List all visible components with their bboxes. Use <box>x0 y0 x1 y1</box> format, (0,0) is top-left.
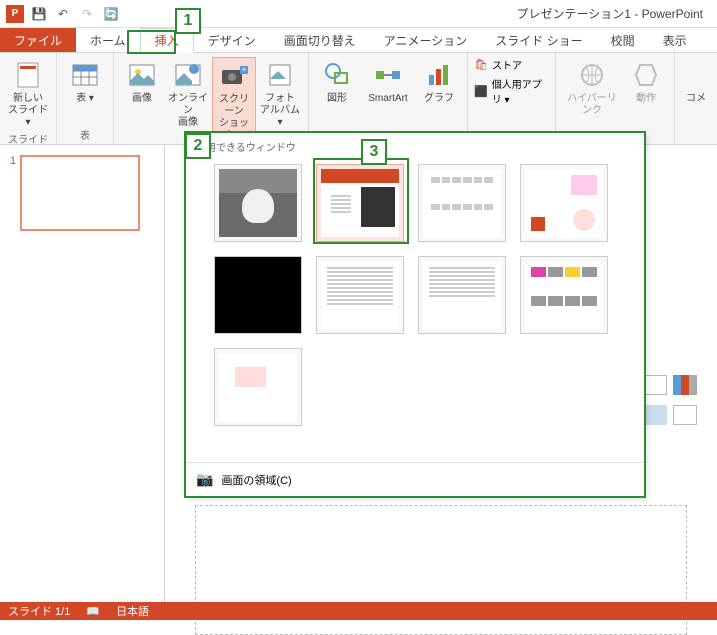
group-comment: コメ <box>675 53 717 144</box>
dropdown-footer[interactable]: 📷 画面の領域(C) <box>186 462 644 496</box>
new-slide-icon <box>12 59 44 91</box>
table-icon <box>69 59 101 91</box>
chart-icon <box>423 59 455 91</box>
addins-icon: ⬛ <box>474 85 488 98</box>
window-thumb[interactable] <box>520 164 608 242</box>
window-thumb[interactable] <box>214 256 302 334</box>
callout-3: 3 <box>361 139 387 165</box>
album-icon <box>264 59 296 91</box>
smartart-icon <box>372 59 404 91</box>
slide-thumbnails-pane: 1 <box>0 145 165 602</box>
undo-icon[interactable]: ↶ <box>52 3 74 25</box>
tab-transitions[interactable]: 画面切り替え <box>270 28 370 52</box>
new-slide-button[interactable]: 新しい スライド ▾ <box>6 57 50 131</box>
tab-animations[interactable]: アニメーション <box>370 28 482 52</box>
image-icon <box>126 59 158 91</box>
online-image-icon <box>172 59 204 91</box>
comment-button[interactable]: コメ <box>681 57 711 107</box>
window-thumb[interactable] <box>520 256 608 334</box>
window-thumb[interactable] <box>418 256 506 334</box>
tab-slideshow[interactable]: スライド ショー <box>481 28 596 52</box>
group-addins: 🛍 ストア ⬛ 個人用アプリ ▾ <box>468 53 556 144</box>
layout-icons <box>643 375 697 395</box>
tab-home[interactable]: ホーム <box>76 28 140 52</box>
window-title: プレゼンテーション1 - PowerPoint <box>122 5 713 22</box>
shapes-button[interactable]: 図形 <box>315 57 359 107</box>
slide-preview <box>20 155 140 231</box>
window-thumb[interactable] <box>418 164 506 242</box>
quick-access-toolbar: P 💾 ↶ ↷ 🔄 <box>4 3 122 25</box>
svg-text:+: + <box>242 65 247 74</box>
status-bar: スライド 1/1 📖 日本語 <box>0 602 717 620</box>
redo-icon[interactable]: ↷ <box>76 3 98 25</box>
online-image-button[interactable]: オンライン 画像 <box>166 57 210 131</box>
addins-button[interactable]: ⬛ 個人用アプリ ▾ <box>474 76 549 106</box>
store-icon: 🛍 <box>474 58 488 71</box>
screen-clipping-label: 画面の領域(C) <box>221 472 291 488</box>
language-indicator[interactable]: 日本語 <box>116 603 149 619</box>
layout-icons-2 <box>643 405 697 425</box>
title-bar: P 💾 ↶ ↷ 🔄 プレゼンテーション1 - PowerPoint <box>0 0 717 28</box>
comment-icon <box>680 59 712 91</box>
slide-thumbnail[interactable]: 1 <box>10 155 154 231</box>
screenshot-dropdown: 使用できるウィンドウ 📷 画面の領域(C) <box>185 132 645 497</box>
tab-design[interactable]: デザイン <box>194 28 270 52</box>
store-button[interactable]: 🛍 ストア <box>474 57 522 72</box>
repeat-icon[interactable]: 🔄 <box>100 3 122 25</box>
hyperlink-button[interactable]: ハイパーリンク <box>562 57 622 119</box>
chart-button[interactable]: グラフ <box>417 57 461 107</box>
camera-icon: + <box>218 60 250 92</box>
tab-view[interactable]: 表示 <box>649 28 701 52</box>
camera-plus-icon: 📷 <box>196 471 213 488</box>
group-links: ハイパーリンク 動作 <box>556 53 675 144</box>
action-button[interactable]: 動作 <box>624 57 668 107</box>
smartart-button[interactable]: SmartArt <box>361 57 415 107</box>
callout-2: 2 <box>185 133 211 159</box>
spellcheck-icon[interactable]: 📖 <box>86 605 100 618</box>
save-icon[interactable]: 💾 <box>28 3 50 25</box>
group-images: 画像 オンライン 画像 + スクリーン ショット ▾ フォト アルバム ▾ 画像 <box>114 53 309 144</box>
table-button[interactable]: 表 ▾ <box>63 57 107 107</box>
hyperlink-icon <box>576 59 608 91</box>
tab-file[interactable]: ファイル <box>0 28 76 52</box>
group-tables: 表 ▾ 表 <box>57 53 114 144</box>
action-icon <box>630 59 662 91</box>
shapes-icon <box>321 59 353 91</box>
powerpoint-icon: P <box>4 3 26 25</box>
window-thumb[interactable] <box>316 164 404 242</box>
tab-review[interactable]: 校閲 <box>597 28 649 52</box>
callout-1: 1 <box>175 8 201 34</box>
window-thumb[interactable] <box>214 348 302 426</box>
window-thumb[interactable] <box>214 164 302 242</box>
window-thumb[interactable] <box>316 256 404 334</box>
group-slides: 新しい スライド ▾ スライド <box>0 53 57 144</box>
slide-counter[interactable]: スライド 1/1 <box>8 603 70 619</box>
windows-grid <box>186 160 644 430</box>
photo-album-button[interactable]: フォト アルバム ▾ <box>258 57 302 131</box>
image-button[interactable]: 画像 <box>120 57 164 107</box>
dropdown-header: 使用できるウィンドウ <box>186 133 644 160</box>
group-illustrations: 図形 SmartArt グラフ <box>309 53 468 144</box>
ribbon-tabs: ファイル ホーム 挿入 デザイン 画面切り替え アニメーション スライド ショー… <box>0 28 717 53</box>
